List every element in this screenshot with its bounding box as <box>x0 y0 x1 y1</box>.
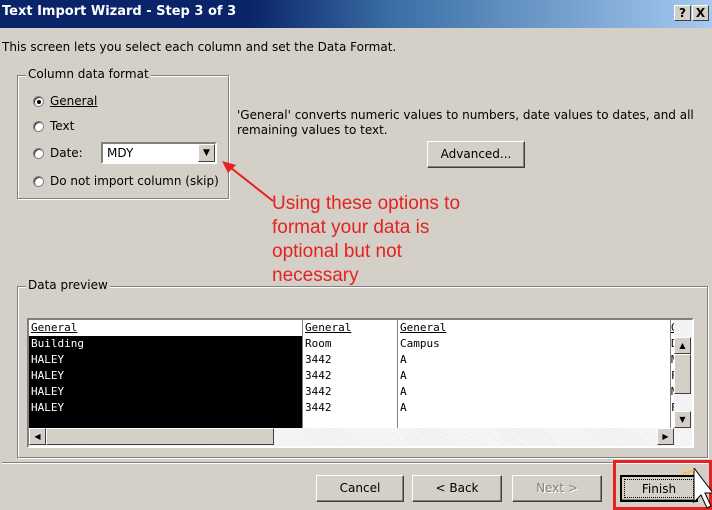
mouse-cursor-icon <box>682 468 712 509</box>
radio-date-label: Date: <box>50 146 83 160</box>
next-button[interactable]: Next > <box>512 475 602 502</box>
radio-text[interactable]: Text <box>33 119 74 133</box>
horizontal-scrollbar[interactable]: ◀ ▶ <box>29 428 692 446</box>
annotation-line: format your data is <box>272 217 430 238</box>
window-title: Text Import Wizard - Step 3 of 3 <box>2 4 237 19</box>
annotation-line: necessary <box>272 265 359 286</box>
data-preview-grid[interactable]: General Building HALEY HALEY HALEY HALEY… <box>27 318 694 448</box>
column-header[interactable]: General <box>29 320 302 336</box>
annotation-line: optional but not <box>272 241 402 262</box>
column-header[interactable]: General <box>303 320 397 336</box>
scroll-down-icon[interactable]: ▼ <box>674 411 691 428</box>
cell: Room <box>305 337 332 350</box>
preview-column[interactable]: General Room 3442 3442 3442 3442 <box>303 320 397 428</box>
radio-circle[interactable] <box>33 120 44 132</box>
date-format-select[interactable]: MDY ▼ <box>101 142 217 164</box>
horizontal-scroll-thumb[interactable] <box>46 428 274 445</box>
cell: 3442 <box>305 369 332 382</box>
scroll-left-icon[interactable]: ◀ <box>29 428 46 445</box>
cancel-button[interactable]: Cancel <box>316 475 404 502</box>
cell: 3442 <box>305 401 332 414</box>
cell: HALEY <box>31 401 65 414</box>
radio-skip[interactable]: Do not import column (skip) <box>33 174 219 188</box>
cell: Building <box>31 337 84 350</box>
help-button[interactable]: ? <box>674 5 691 21</box>
group-legend: Column data format <box>26 67 151 81</box>
radio-circle[interactable] <box>33 175 44 187</box>
preview-column[interactable]: General Campus A A A A <box>398 320 670 428</box>
back-button[interactable]: < Back <box>412 475 502 502</box>
chevron-down-icon[interactable]: ▼ <box>198 144 215 162</box>
column-header[interactable]: General <box>398 320 670 336</box>
scroll-up-icon[interactable]: ▲ <box>674 337 691 354</box>
annotation-arrow-icon <box>222 161 274 202</box>
radio-text-label: Text <box>50 119 75 133</box>
cell: A <box>400 401 407 414</box>
preview-columns: General Building HALEY HALEY HALEY HALEY… <box>29 320 674 428</box>
radio-skip-label: Do not import column (skip) <box>50 174 219 188</box>
group-legend: Data preview <box>26 278 110 292</box>
cell: 3442 <box>305 385 332 398</box>
cell: A <box>400 369 407 382</box>
cell: A <box>400 353 407 366</box>
cell: HALEY <box>31 385 65 398</box>
format-description: 'General' converts numeric values to num… <box>237 108 694 137</box>
column-data-format-label: Column data format <box>28 67 149 81</box>
radio-general-label: General <box>50 94 98 108</box>
advanced-button[interactable]: Advanced... <box>427 141 525 168</box>
cell: 3442 <box>305 353 332 366</box>
data-preview-label: Data preview <box>28 278 108 292</box>
title-bar: Text Import Wizard - Step 3 of 3 ? X <box>0 0 712 28</box>
radio-circle[interactable] <box>33 147 44 159</box>
date-format-value: MDY <box>107 146 134 160</box>
scroll-right-icon[interactable]: ▶ <box>657 428 674 445</box>
radio-circle[interactable] <box>33 95 44 107</box>
cell: Campus <box>400 337 440 350</box>
annotation-line: Using these options to <box>272 193 461 214</box>
cell: HALEY <box>31 353 65 366</box>
vertical-scroll-thumb[interactable] <box>674 354 691 394</box>
radio-date[interactable]: Date: <box>33 146 83 160</box>
cell: A <box>400 385 407 398</box>
cell: HALEY <box>31 369 65 382</box>
intro-text: This screen lets you select each column … <box>2 40 397 54</box>
annotation-text: Using these options to format your data … <box>272 192 460 288</box>
close-button[interactable]: X <box>692 5 709 21</box>
footer-separator <box>2 462 708 464</box>
preview-column[interactable]: General Building HALEY HALEY HALEY HALEY <box>29 320 302 428</box>
radio-general[interactable]: General <box>33 94 97 108</box>
vertical-scrollbar[interactable]: ▲ ▼ <box>674 320 692 428</box>
